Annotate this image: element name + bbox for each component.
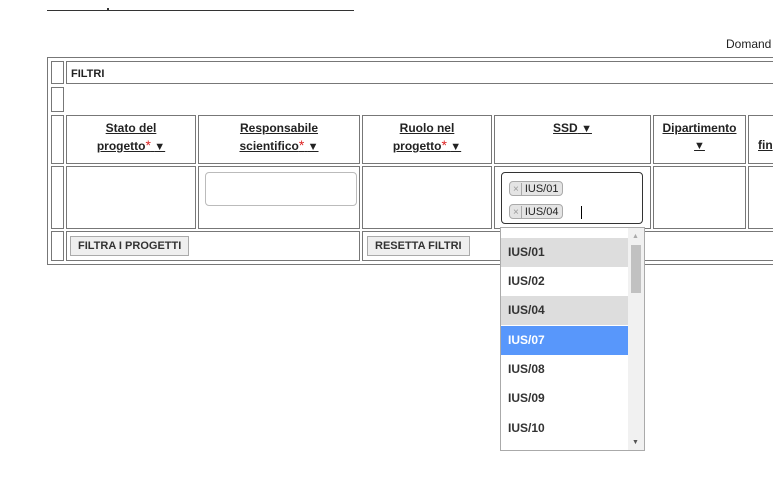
dropdown-option[interactable]: IUS/01	[501, 238, 628, 267]
sort-arrow-icon: ▼	[154, 141, 166, 153]
col-header-ruolo[interactable]: Ruolo nel progetto* ▼	[362, 115, 492, 164]
ssd-tag: × IUS/04	[509, 204, 564, 219]
filters-table: FILTRI Stato del progetto* ▼ Responsabile…	[47, 57, 773, 265]
header-underline	[47, 8, 354, 11]
close-icon[interactable]: ×	[513, 207, 519, 218]
underline-tick	[107, 8, 109, 11]
ssd-tag-label: IUS/01	[520, 183, 559, 195]
col-header-label: Stato del	[105, 121, 157, 135]
ruolo-filter-cell	[362, 166, 492, 229]
dropdown-option[interactable]: IUS/08	[501, 355, 628, 384]
col-header-fin[interactable]: fin	[748, 115, 773, 164]
responsabile-filter-cell	[198, 166, 360, 229]
ssd-multiselect[interactable]: × IUS/01 × IUS/04	[501, 172, 643, 224]
col-header-label: scientifico	[239, 139, 299, 153]
scroll-down-icon[interactable]: ▼	[632, 439, 639, 446]
col-header-ssd[interactable]: SSD ▼	[494, 115, 651, 164]
ssd-tag-label: IUS/04	[520, 206, 559, 218]
stato-filter-cell	[66, 166, 196, 229]
required-star: *	[298, 137, 305, 153]
col-header-label: progetto	[96, 139, 146, 153]
dipartimento-filter-cell	[653, 166, 746, 229]
text-caret	[581, 206, 582, 219]
filters-title-cell: FILTRI	[66, 61, 773, 84]
scroll-up-icon[interactable]: ▲	[632, 233, 639, 240]
row-spacer-cell	[51, 61, 64, 84]
ssd-tag: × IUS/01	[509, 181, 564, 196]
row-spacer-cell	[51, 231, 64, 261]
filter-button-cell: FILTRA I PROGETTI	[66, 231, 360, 261]
filters-title: FILTRI	[71, 68, 105, 80]
required-star: *	[441, 137, 447, 153]
close-icon[interactable]: ×	[513, 184, 519, 195]
domanda-label: Domand	[726, 37, 772, 51]
scrollbar-thumb[interactable]	[631, 245, 641, 293]
dropdown-option[interactable]: IUS/02	[501, 267, 628, 296]
col-header-dipartimento[interactable]: Dipartimento ▼	[653, 115, 746, 164]
col-header-label: progetto	[392, 139, 442, 153]
responsabile-input[interactable]	[205, 172, 357, 206]
reset-filters-button[interactable]: RESETTA FILTRI	[367, 236, 470, 256]
col-header-label: SSD	[553, 121, 578, 135]
sort-arrow-icon: ▼	[307, 141, 319, 153]
ssd-dropdown[interactable]: IUS/01 IUS/02 IUS/04 IUS/07 IUS/08 IUS/0…	[500, 227, 645, 451]
dropdown-option[interactable]: IUS/09	[501, 384, 628, 413]
required-star: *	[145, 137, 151, 153]
col-header-label: Dipartimento	[662, 121, 737, 135]
col-header-responsabile[interactable]: Responsabile scientifico* ▼	[198, 115, 360, 164]
row-spacer-cell	[51, 166, 64, 229]
sort-arrow-icon: ▼	[450, 141, 462, 153]
dropdown-option[interactable]: IUS/04	[501, 296, 628, 325]
filter-projects-button[interactable]: FILTRA I PROGETTI	[70, 236, 190, 256]
fin-filter-cell	[748, 166, 773, 229]
col-header-label: Ruolo nel	[399, 121, 455, 135]
dropdown-option[interactable]: IUS/07	[501, 326, 628, 355]
col-header-stato[interactable]: Stato del progetto* ▼	[66, 115, 196, 164]
dropdown-scrollbar[interactable]: ▲ ▼	[628, 228, 644, 450]
sort-arrow-icon: ▼	[694, 140, 705, 152]
col-header-label: Responsabile	[239, 121, 319, 135]
ssd-filter-cell: × IUS/01 × IUS/04	[494, 166, 651, 229]
col-header-label: fin	[758, 138, 773, 152]
sort-arrow-icon: ▼	[581, 123, 592, 135]
dropdown-option[interactable]: IUS/10	[501, 414, 628, 443]
row-spacer-cell	[51, 115, 64, 164]
row-spacer-cell	[51, 87, 64, 112]
